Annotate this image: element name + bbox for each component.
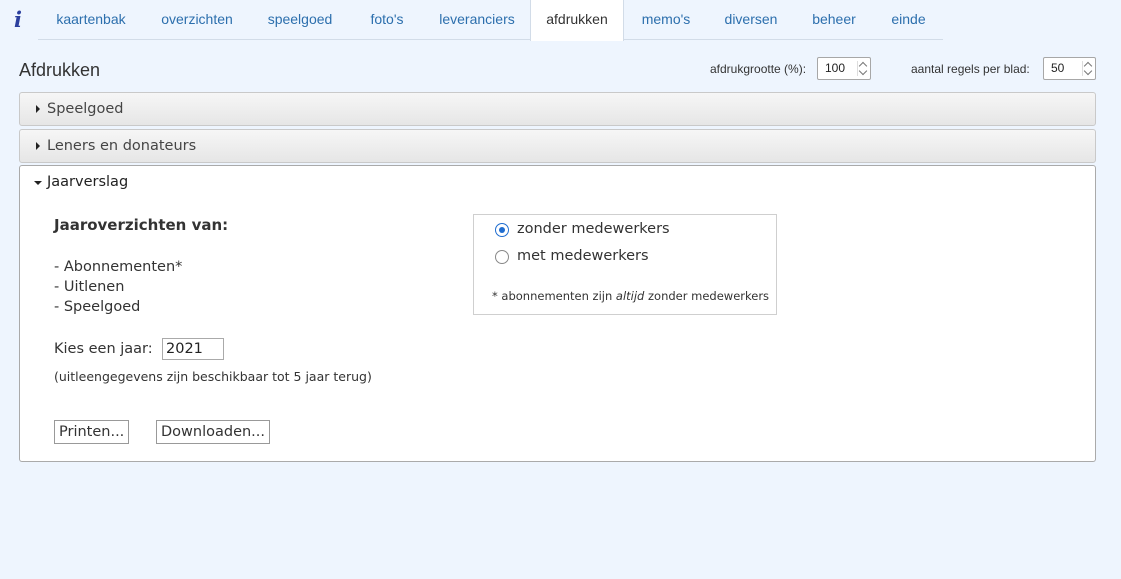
tab-beheer[interactable]: beheer bbox=[794, 0, 874, 40]
year-input[interactable] bbox=[162, 338, 224, 360]
caret-right-icon bbox=[36, 105, 40, 113]
year-label: Kies een jaar: bbox=[54, 341, 153, 357]
radio-checked-icon[interactable] bbox=[495, 223, 509, 237]
accordion-label: Jaarverslag bbox=[47, 174, 129, 190]
tab-diversen[interactable]: diversen bbox=[708, 0, 794, 40]
spinner-arrows-icon[interactable] bbox=[857, 61, 867, 76]
print-size-label: afdrukgrootte (%): bbox=[710, 62, 807, 76]
tab-einde[interactable]: einde bbox=[874, 0, 943, 40]
tab-speelgoed[interactable]: speelgoed bbox=[250, 0, 350, 40]
footnote-suffix: zonder medewerkers bbox=[644, 289, 770, 303]
year-note: (uitleengegevens zijn beschikbaar tot 5 … bbox=[54, 369, 372, 384]
download-button[interactable]: Downloaden... bbox=[156, 420, 271, 444]
tab-overzichten[interactable]: overzichten bbox=[144, 0, 250, 40]
page-title: Afdrukken bbox=[19, 60, 101, 80]
radio-label: zonder medewerkers bbox=[517, 221, 670, 237]
accordion-label: Speelgoed bbox=[47, 101, 124, 117]
subscriptions-footnote: * abonnementen zijn altijd zonder medewe… bbox=[492, 289, 769, 303]
radio-unchecked-icon[interactable] bbox=[495, 250, 509, 264]
accordion-leners-en-donateurs[interactable]: Leners en donateurs bbox=[19, 129, 1096, 163]
print-button[interactable]: Printen... bbox=[54, 420, 130, 444]
caret-down-icon bbox=[34, 181, 42, 185]
lines-per-page-label: aantal regels per blad: bbox=[911, 62, 1030, 76]
top-nav-bar: i kaartenbak overzichten speelgoed foto'… bbox=[0, 0, 1121, 41]
accordion-label: Leners en donateurs bbox=[47, 138, 197, 154]
print-size-spinner[interactable]: 100 bbox=[817, 57, 871, 80]
jaarverslag-panel: Jaaroverzichten van: - Abonnementen* - U… bbox=[19, 198, 1096, 462]
tab-afdrukken[interactable]: afdrukken bbox=[530, 0, 624, 41]
list-item-speelgoed: - Speelgoed bbox=[54, 299, 141, 315]
tab-leveranciers[interactable]: leveranciers bbox=[424, 0, 530, 40]
tab-kaartenbak[interactable]: kaartenbak bbox=[38, 0, 144, 40]
radio-label: met medewerkers bbox=[517, 248, 649, 264]
lines-per-page-spinner[interactable]: 50 bbox=[1043, 57, 1096, 80]
caret-right-icon bbox=[36, 142, 40, 150]
footnote-prefix: * abonnementen zijn bbox=[492, 289, 616, 303]
staff-options-box: zonder medewerkers met medewerkers * abo… bbox=[473, 214, 777, 315]
accordion-speelgoed[interactable]: Speelgoed bbox=[19, 92, 1096, 126]
print-size-value: 100 bbox=[825, 61, 846, 75]
spinner-arrows-icon[interactable] bbox=[1082, 61, 1092, 76]
list-item-abonnementen: - Abonnementen* bbox=[54, 259, 183, 275]
main-tabs: kaartenbak overzichten speelgoed foto's … bbox=[38, 0, 943, 41]
tab-memos[interactable]: memo's bbox=[624, 0, 708, 40]
info-logo-icon[interactable]: i bbox=[14, 8, 34, 32]
tab-fotos[interactable]: foto's bbox=[350, 0, 424, 40]
lines-per-page-value: 50 bbox=[1051, 61, 1065, 75]
list-item-uitlenen: - Uitlenen bbox=[54, 279, 125, 295]
section-heading: Jaaroverzichten van: bbox=[54, 216, 229, 234]
accordion-jaarverslag[interactable]: Jaarverslag bbox=[19, 165, 1096, 199]
footnote-emphasis: altijd bbox=[615, 289, 645, 303]
